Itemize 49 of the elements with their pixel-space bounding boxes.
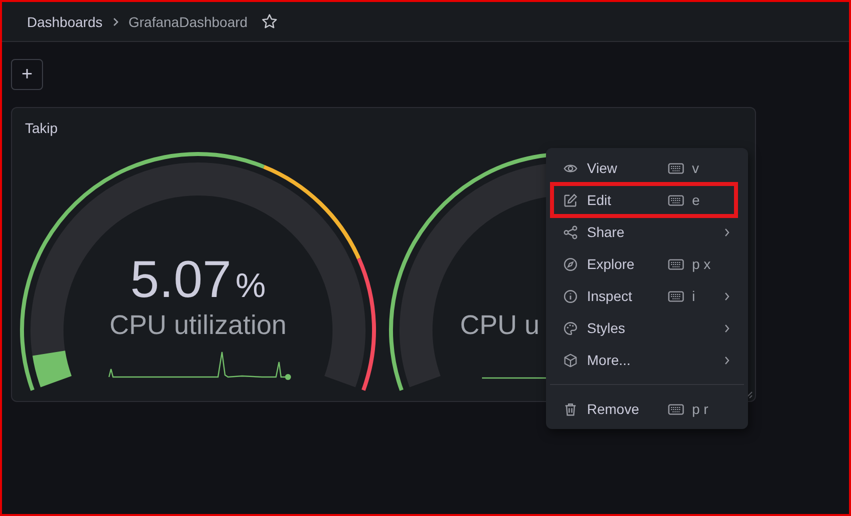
gauge-value: 5.07 <box>130 251 232 309</box>
palette-icon <box>563 320 578 336</box>
chevron-icon <box>724 292 730 300</box>
chevron-icon <box>724 228 730 236</box>
cube-icon <box>563 352 578 368</box>
star-icon[interactable] <box>260 13 278 30</box>
menu-item-label: Styles <box>587 320 626 336</box>
edit-icon <box>563 192 578 208</box>
trash-icon <box>563 402 578 416</box>
breadcrumb-link[interactable]: GrafanaDashboard <box>128 14 248 30</box>
shortcut-key: v <box>692 160 699 176</box>
menu-item-label: Edit <box>587 192 612 208</box>
gauge-label: CPU utilization <box>109 310 287 340</box>
menu-item[interactable]: Share <box>546 216 748 248</box>
keyboard-icon <box>668 404 684 414</box>
share-icon <box>563 224 578 240</box>
sparkline <box>482 377 547 379</box>
menu-item-label: Remove <box>587 401 640 417</box>
compass-icon <box>563 256 578 272</box>
keyboard-icon <box>668 162 684 174</box>
gauge-label: CPU u <box>460 310 540 340</box>
add-button[interactable]: + <box>11 59 43 90</box>
breadcrumb-link[interactable]: Dashboards <box>27 14 102 30</box>
menu-item[interactable]: Inspect i <box>546 280 748 312</box>
menu-item-label: Share <box>587 224 626 240</box>
menu-item[interactable]: Styles <box>546 312 748 344</box>
menu-item-label: View <box>587 160 618 176</box>
menu-item[interactable]: Remove p r <box>546 393 748 425</box>
menu-item[interactable]: Explore p x <box>546 248 748 280</box>
menu-item-label: Inspect <box>587 288 634 304</box>
chevron-icon <box>112 16 120 26</box>
chevron-icon <box>724 356 730 364</box>
shortcut-key: i <box>692 288 696 304</box>
resize-handle-icon[interactable] <box>745 391 753 399</box>
shortcut-key: p r <box>692 401 708 417</box>
menu-item[interactable]: Edit e <box>546 184 748 216</box>
menu-item[interactable]: View v <box>546 152 748 184</box>
gauge-unit: % <box>235 267 266 305</box>
keyboard-icon <box>668 194 684 206</box>
keyboard-icon <box>668 258 684 270</box>
shortcut-key: p x <box>692 256 711 272</box>
shortcut-key: e <box>692 192 700 208</box>
menu-item-label: More... <box>587 352 632 368</box>
keyboard-icon <box>668 290 684 302</box>
chevron-icon <box>724 324 730 332</box>
menu-item[interactable]: More... <box>546 344 748 376</box>
panel-title: Takip <box>24 119 59 135</box>
menu-item-label: Explore <box>587 256 636 272</box>
info-icon <box>563 288 578 304</box>
